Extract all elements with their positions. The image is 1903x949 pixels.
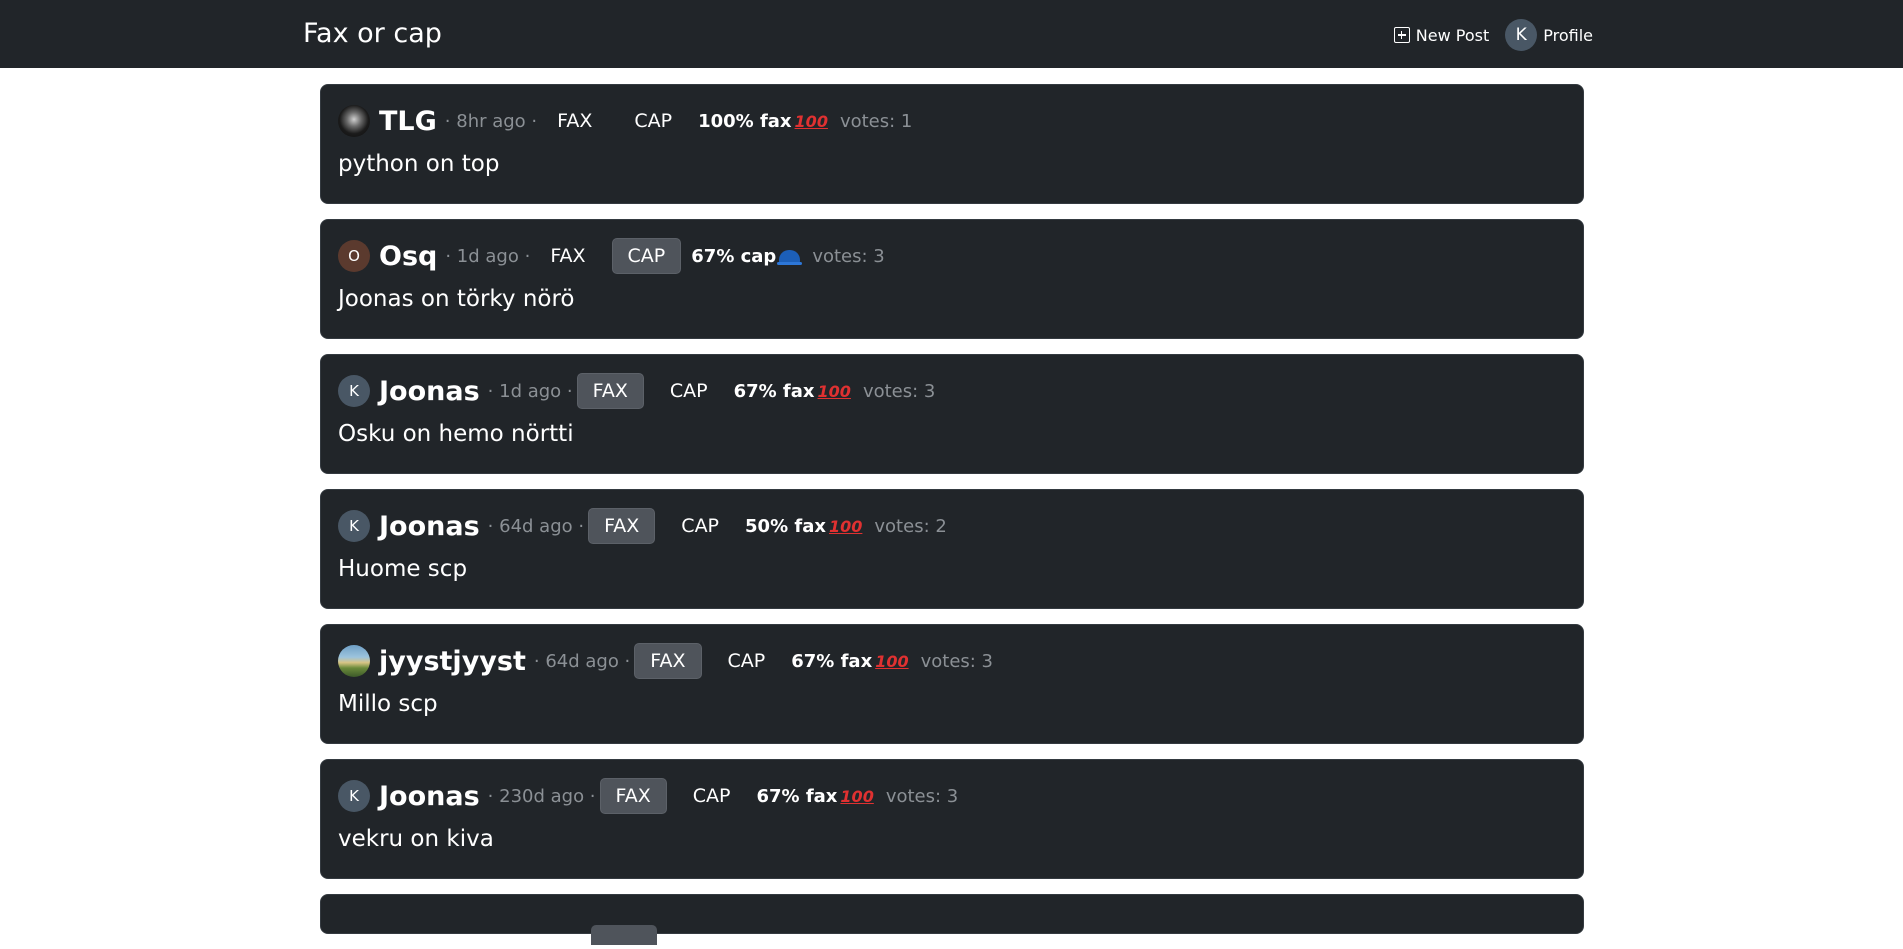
username[interactable]: jyystjyyst [379,646,526,677]
post-header: O Osq · 1d ago · FAX CAP 67% cap votes: … [338,236,1567,276]
post-time: · 8hr ago · [444,110,538,132]
cap-button[interactable]: CAP [712,643,782,679]
post-time: · 64d ago · [487,515,585,537]
vote-count: votes: 3 [862,380,936,402]
vote-count: votes: 1 [839,110,913,132]
post-card [320,894,1584,945]
post-card: O Osq · 1d ago · FAX CAP 67% cap votes: … [320,219,1584,339]
fax-button[interactable]: FAX [588,508,656,544]
100-icon: 100 [817,381,851,401]
vote-result: 100% fax [698,110,792,132]
post-text: python on top [338,151,500,177]
100-icon: 100 [840,786,874,806]
post-feed: TLG · 8hr ago · FAX CAP 100% fax 100 vot… [320,84,1584,949]
fax-button[interactable]: FAX [534,238,601,274]
cap-button[interactable]: CAP [611,238,682,274]
100-icon: 100 [875,651,909,671]
fax-button[interactable]: FAX [541,103,608,139]
fax-button[interactable]: FAX [634,643,702,679]
post-card: K Joonas · 64d ago · FAX CAP 50% fax 100… [320,489,1584,609]
post-text: Joonas on törky nörö [338,286,575,312]
cap-button[interactable]: CAP [654,373,724,409]
vote-result: 50% fax [745,515,826,537]
vote-result: 67% fax [791,650,873,672]
vote-count: votes: 3 [920,650,994,672]
post-header: TLG · 8hr ago · FAX CAP 100% fax 100 vot… [338,101,1567,141]
post-time: · 1d ago · [487,380,573,402]
new-post-button[interactable]: New Post [1393,25,1490,45]
plus-square-icon [1393,27,1410,43]
post-time: · 230d ago · [487,785,596,807]
post-card: TLG · 8hr ago · FAX CAP 100% fax 100 vot… [320,84,1584,204]
vote-count: votes: 3 [885,785,959,807]
post-header: jyystjyyst · 64d ago · FAX CAP 67% fax 1… [338,641,1567,681]
vote-count: votes: 2 [874,515,947,537]
cap-button[interactable]: CAP [677,778,747,814]
fax-button[interactable]: FAX [599,778,667,814]
post-header: K Joonas · 230d ago · FAX CAP 67% fax 10… [338,776,1567,816]
post-time: · 64d ago · [533,650,631,672]
fax-button[interactable] [591,925,657,945]
vote-result: 67% fax [756,785,838,807]
post-text: Huome scp [338,556,468,582]
profile-button[interactable]: K Profile [1505,19,1593,51]
user-avatar[interactable]: K [338,375,370,407]
app-title[interactable]: Fax or cap [303,18,442,49]
user-avatar-image[interactable] [338,645,370,677]
username[interactable]: Joonas [379,376,480,407]
cap-button[interactable]: CAP [665,508,735,544]
100-icon: 100 [794,111,828,131]
nav-actions: New Post K Profile [1393,18,1593,52]
user-avatar[interactable]: K [338,510,370,542]
user-avatar-image[interactable] [338,105,370,137]
post-card: jyystjyyst · 64d ago · FAX CAP 67% fax 1… [320,624,1584,744]
username[interactable]: TLG [379,106,437,137]
user-avatar[interactable]: K [338,780,370,812]
100-icon: 100 [828,516,863,536]
post-text: Millo scp [338,691,438,717]
cap-icon [777,249,803,265]
post-text: Osku on hemo nörtti [338,421,574,447]
post-header: K Joonas · 1d ago · FAX CAP 67% fax 100 … [338,371,1567,411]
post-time: · 1d ago · [445,245,531,267]
vote-count: votes: 3 [812,245,885,267]
cap-button[interactable]: CAP [618,103,688,139]
new-post-label: New Post [1415,25,1490,45]
post-card: K Joonas · 230d ago · FAX CAP 67% fax 10… [320,759,1584,879]
vote-result: 67% fax [733,380,815,402]
user-avatar[interactable]: O [338,240,370,272]
avatar: K [1505,19,1538,51]
post-text: vekru on kiva [338,826,494,852]
vote-result: 67% cap [691,245,777,267]
post-header: K Joonas · 64d ago · FAX CAP 50% fax 100… [338,506,1567,546]
fax-button[interactable]: FAX [576,373,644,409]
profile-label: Profile [1543,25,1593,45]
username[interactable]: Joonas [379,511,480,542]
username[interactable]: Joonas [379,781,480,812]
username[interactable]: Osq [379,241,437,272]
navbar: Fax or cap New Post K Profile [0,0,1903,68]
post-card: K Joonas · 1d ago · FAX CAP 67% fax 100 … [320,354,1584,474]
